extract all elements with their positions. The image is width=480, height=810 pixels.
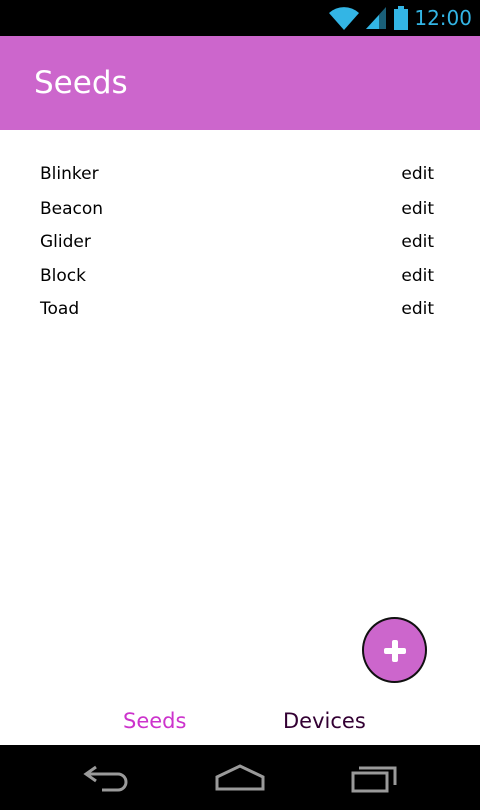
edit-link[interactable]: edit — [401, 162, 434, 186]
status-bar: 12:00 — [0, 0, 480, 36]
wifi-icon — [327, 5, 361, 31]
list-item: Block edit — [38, 260, 438, 290]
tab-devices[interactable]: Devices — [283, 706, 366, 736]
home-icon[interactable] — [214, 763, 266, 797]
battery-icon — [394, 6, 409, 30]
seed-name: Toad — [40, 299, 80, 319]
list-item: Glider edit — [38, 226, 438, 256]
recents-icon[interactable] — [350, 763, 398, 797]
status-icons: 12:00 — [327, 4, 472, 32]
status-time: 12:00 — [414, 6, 472, 30]
edit-link[interactable]: edit — [401, 197, 434, 221]
app-bar: Seeds — [0, 36, 480, 130]
edit-link[interactable]: edit — [401, 230, 434, 254]
seed-name: Beacon — [40, 199, 104, 219]
seed-name: Glider — [40, 232, 91, 252]
back-icon[interactable] — [82, 763, 130, 797]
list-item: Toad edit — [38, 293, 438, 323]
list-item: Beacon edit — [38, 193, 438, 223]
signal-icon — [365, 6, 387, 30]
add-seed-button[interactable] — [362, 617, 427, 683]
edit-link[interactable]: edit — [401, 264, 434, 288]
list-item: Blinker edit — [38, 158, 438, 188]
seed-name: Blinker — [40, 164, 99, 184]
page-title: Seeds — [34, 65, 128, 101]
nav-bar — [0, 745, 480, 810]
tab-bar: Seeds Devices — [0, 700, 480, 745]
edit-link[interactable]: edit — [401, 297, 434, 321]
tab-seeds[interactable]: Seeds — [123, 706, 186, 736]
app-screen: 12:00 Seeds Blinker edit Beacon edit Gli… — [0, 0, 480, 810]
seed-name: Block — [40, 266, 86, 286]
